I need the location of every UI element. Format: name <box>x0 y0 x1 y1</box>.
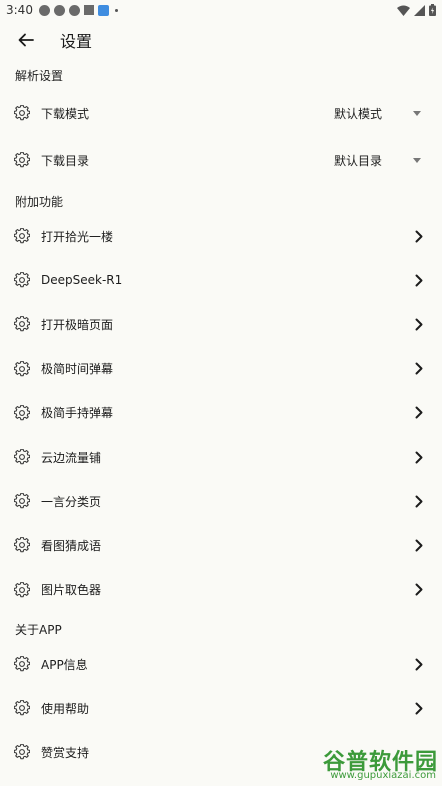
gear-icon <box>14 316 30 332</box>
watermark-url: www.gupuxiazai.com <box>330 770 436 781</box>
arrow-back-icon <box>18 33 34 47</box>
app-bar: 设置 <box>0 22 442 58</box>
list-item[interactable]: 极简时间弹幕 <box>0 349 442 389</box>
chevron-right-icon <box>414 701 424 715</box>
list-item[interactable]: APP信息 <box>0 644 442 684</box>
download-mode-label: 下载模式 <box>41 106 90 121</box>
list-item[interactable]: 使用帮助 <box>0 688 442 728</box>
gear-icon <box>14 105 30 121</box>
chevron-right-icon <box>414 362 424 376</box>
gear-icon <box>14 360 30 377</box>
download-dir-row[interactable]: 下载目录 默认目录 <box>0 140 442 180</box>
list-item-label: 云边流量铺 <box>41 450 102 465</box>
battery-icon <box>429 4 436 16</box>
download-dir-label: 下载目录 <box>41 153 90 168</box>
download-mode-value[interactable]: 默认模式 <box>334 105 382 122</box>
status-left: 3:40 <box>0 3 118 17</box>
chevron-right-icon <box>414 317 424 331</box>
gear-icon <box>14 228 30 244</box>
list-item-label: 图片取色器 <box>41 583 102 598</box>
chevron-right-icon <box>414 583 424 597</box>
gear-icon <box>14 581 30 598</box>
gear-icon <box>14 449 30 465</box>
list-item[interactable]: 一言分类页 <box>0 481 442 521</box>
gear-icon <box>14 272 30 288</box>
wifi-icon <box>397 5 410 16</box>
list-item[interactable]: DeepSeek-R1 <box>0 260 442 300</box>
list-item[interactable]: 打开极暗页面 <box>0 304 442 344</box>
list-item[interactable]: 云边流量铺 <box>0 437 442 477</box>
list-item[interactable]: 看图猜成语 <box>0 525 442 565</box>
signal-icon <box>414 4 425 16</box>
list-item-label: 打开极暗页面 <box>41 317 114 332</box>
more-notifications-icon <box>114 8 118 12</box>
notification-icon <box>38 4 50 16</box>
chevron-right-icon <box>414 494 424 508</box>
status-bar: 3:40 <box>0 0 442 20</box>
list-item-label: 一言分类页 <box>41 494 102 509</box>
list-item[interactable]: 打开拾光一楼 <box>0 216 442 256</box>
gear-icon <box>14 537 30 553</box>
list-item[interactable]: 极简手持弹幕 <box>0 393 442 433</box>
dropdown-arrow-icon[interactable] <box>412 157 422 163</box>
gear-icon <box>14 404 30 421</box>
chevron-right-icon <box>414 406 424 420</box>
section-header-extra: 附加功能 <box>15 195 64 209</box>
chevron-right-icon <box>414 229 424 243</box>
chevron-right-icon <box>414 450 424 464</box>
gear-icon <box>14 656 30 672</box>
chevron-right-icon <box>414 538 424 552</box>
list-item-label: 极简手持弹幕 <box>41 406 114 421</box>
download-dir-value[interactable]: 默认目录 <box>334 152 382 169</box>
download-mode-row[interactable]: 下载模式 默认模式 <box>0 93 442 133</box>
chevron-right-icon <box>414 657 424 671</box>
gear-icon <box>14 700 30 716</box>
note-app-icon <box>97 4 109 16</box>
list-item-label: DeepSeek-R1 <box>41 273 123 288</box>
list-item-label: 打开拾光一楼 <box>41 229 114 244</box>
list-item-label: 看图猜成语 <box>41 538 102 553</box>
gear-icon <box>14 744 30 760</box>
page-title: 设置 <box>60 32 93 51</box>
back-button[interactable] <box>14 28 38 52</box>
telegram-icon <box>53 4 65 16</box>
list-item-label: 使用帮助 <box>41 701 90 716</box>
status-time: 3:40 <box>6 3 33 17</box>
telegram-icon-2 <box>68 4 80 16</box>
watermark-logo: 谷普软件园 www.gupuxiazai.com <box>310 744 442 784</box>
list-item-label: 赞赏支持 <box>41 745 90 760</box>
gear-icon <box>14 493 30 509</box>
status-right <box>397 4 436 16</box>
section-header-about: 关于APP <box>15 623 62 637</box>
section-header-parse: 解析设置 <box>15 69 64 83</box>
gear-icon <box>14 152 30 168</box>
list-item-label: 极简时间弹幕 <box>41 362 114 377</box>
list-item-label: APP信息 <box>41 657 88 672</box>
app-notification-icon <box>83 5 94 15</box>
list-item[interactable]: 图片取色器 <box>0 570 442 610</box>
chevron-right-icon <box>414 273 424 287</box>
dropdown-arrow-icon[interactable] <box>412 110 422 116</box>
